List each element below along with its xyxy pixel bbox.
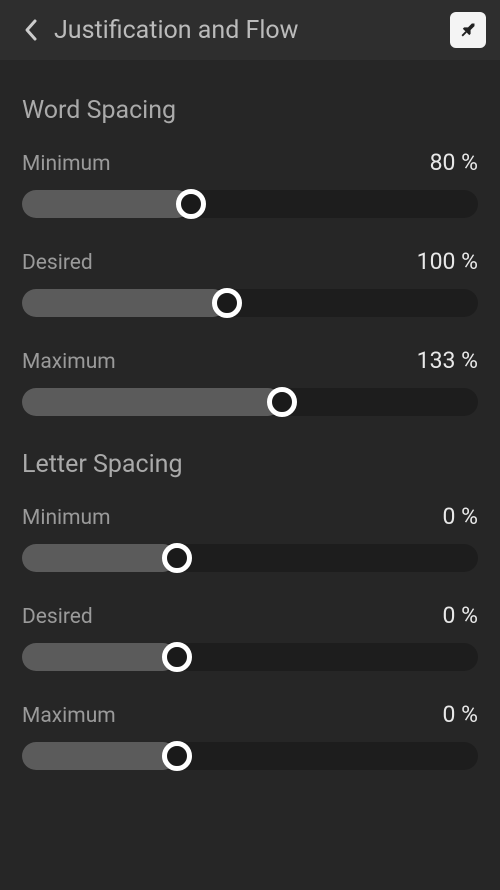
slider-value: 0 % xyxy=(443,602,478,629)
slider-label: Maximum xyxy=(22,704,116,728)
slider-thumb[interactable] xyxy=(162,642,192,672)
slider-fill xyxy=(22,190,191,218)
settings-panel: Word Spacing Minimum 80 % Desired 100 % … xyxy=(0,60,500,770)
chevron-left-icon xyxy=(24,18,38,42)
slider-fill xyxy=(22,388,282,416)
letter-spacing-desired-row: Desired 0 % xyxy=(22,602,478,671)
slider-value: 133 % xyxy=(417,347,478,374)
slider-thumb[interactable] xyxy=(162,543,192,573)
slider-value: 0 % xyxy=(443,701,478,728)
slider-thumb[interactable] xyxy=(212,288,242,318)
section-title-letter-spacing: Letter Spacing xyxy=(22,450,478,479)
slider-label: Desired xyxy=(22,251,93,275)
letter-spacing-desired-slider[interactable] xyxy=(22,643,478,671)
slider-value: 80 % xyxy=(430,149,478,176)
slider-fill xyxy=(22,643,177,671)
slider-fill xyxy=(22,289,227,317)
letter-spacing-maximum-row: Maximum 0 % xyxy=(22,701,478,770)
word-spacing-minimum-row: Minimum 80 % xyxy=(22,149,478,218)
slider-fill xyxy=(22,742,177,770)
word-spacing-minimum-slider[interactable] xyxy=(22,190,478,218)
word-spacing-desired-row: Desired 100 % xyxy=(22,248,478,317)
slider-value: 100 % xyxy=(417,248,478,275)
panel-title: Justification and Flow xyxy=(54,16,298,45)
section-title-word-spacing: Word Spacing xyxy=(22,96,478,125)
word-spacing-maximum-row: Maximum 133 % xyxy=(22,347,478,416)
word-spacing-maximum-slider[interactable] xyxy=(22,388,478,416)
slider-label: Maximum xyxy=(22,350,116,374)
letter-spacing-minimum-slider[interactable] xyxy=(22,544,478,572)
word-spacing-desired-slider[interactable] xyxy=(22,289,478,317)
back-button[interactable] xyxy=(16,15,46,45)
slider-value: 0 % xyxy=(443,503,478,530)
slider-label: Minimum xyxy=(22,506,111,530)
slider-label: Minimum xyxy=(22,152,111,176)
pin-icon xyxy=(457,19,479,41)
slider-thumb[interactable] xyxy=(162,741,192,771)
letter-spacing-maximum-slider[interactable] xyxy=(22,742,478,770)
pin-button[interactable] xyxy=(450,12,486,48)
letter-spacing-minimum-row: Minimum 0 % xyxy=(22,503,478,572)
slider-label: Desired xyxy=(22,605,93,629)
slider-fill xyxy=(22,544,177,572)
slider-thumb[interactable] xyxy=(176,189,206,219)
panel-header: Justification and Flow xyxy=(0,0,500,60)
slider-thumb[interactable] xyxy=(267,387,297,417)
